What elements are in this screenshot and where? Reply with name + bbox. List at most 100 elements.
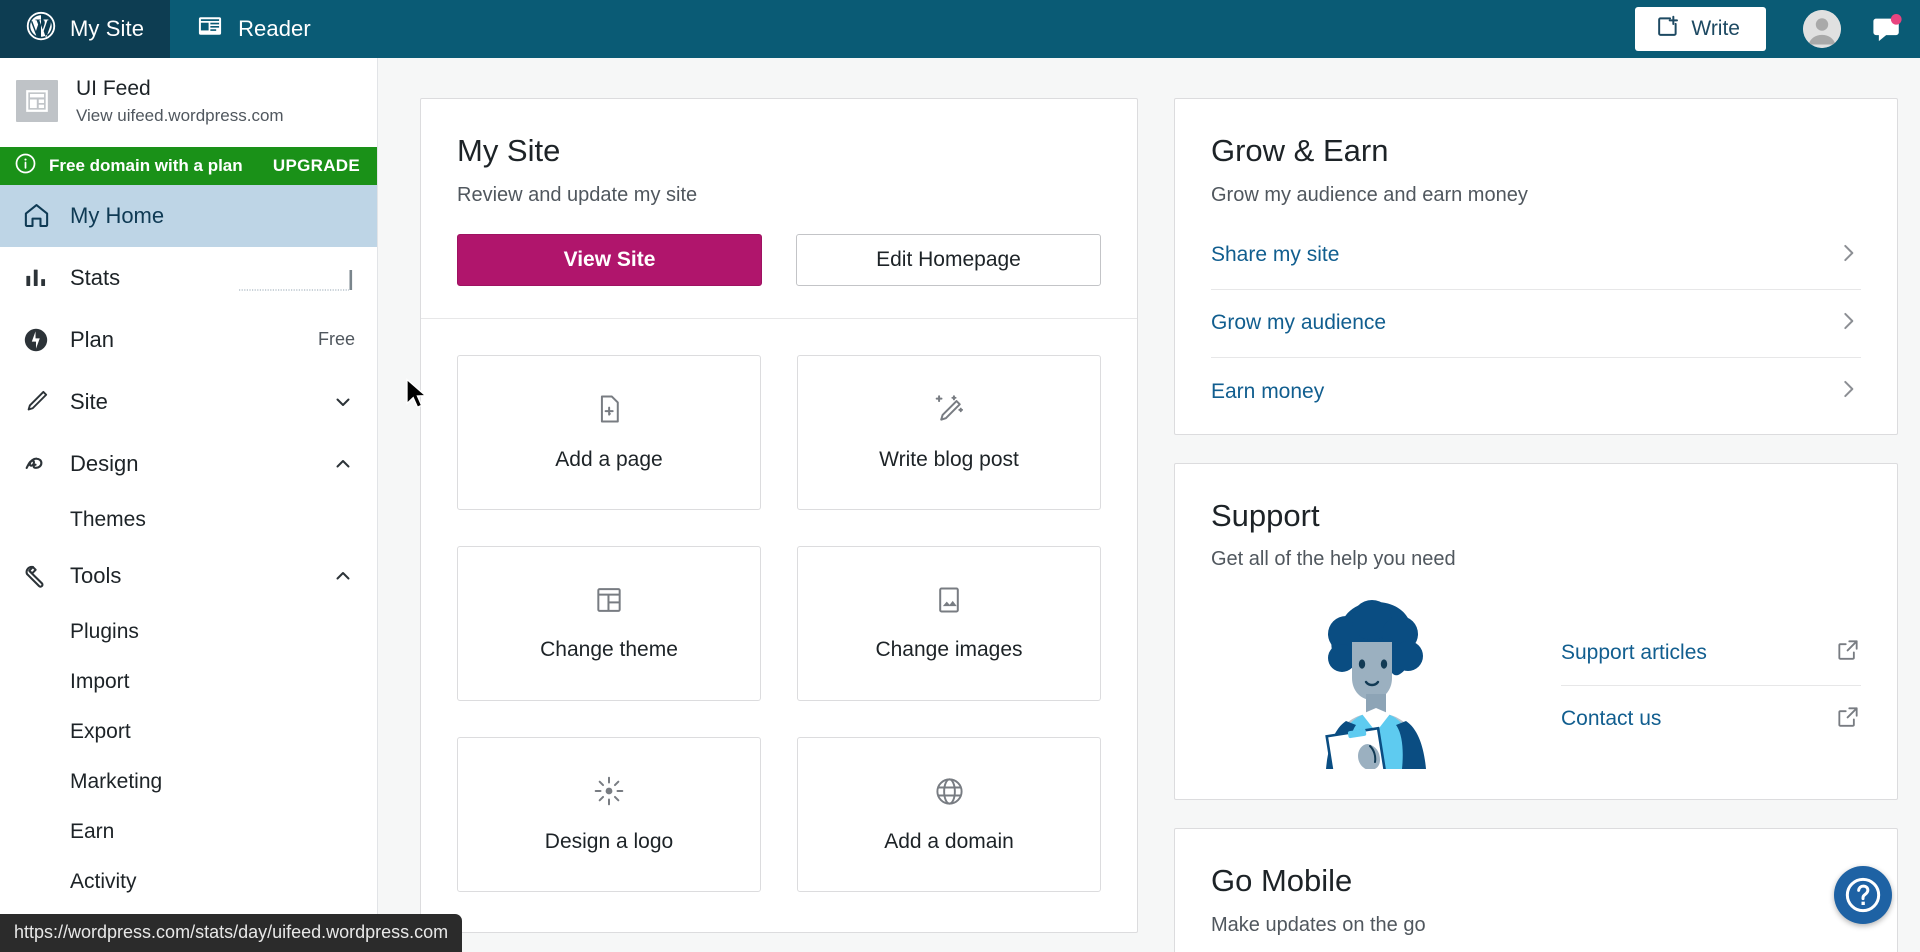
link-earn-money[interactable]: Earn money xyxy=(1211,358,1861,426)
sidebar-item-stats-label: Stats xyxy=(70,264,121,290)
link-earn-money-label: Earn money xyxy=(1211,379,1325,403)
sidebar-item-site[interactable]: Site xyxy=(0,371,377,433)
my-site-card-head: My Site Review and update my site xyxy=(421,99,1137,208)
view-site-button[interactable]: View Site xyxy=(457,233,762,286)
write-plus-icon xyxy=(1655,14,1680,45)
main-right-column: Grow & Earn Grow my audience and earn mo… xyxy=(1174,98,1898,952)
sidebar-item-marketing[interactable]: Marketing xyxy=(0,757,377,807)
user-avatar[interactable] xyxy=(1790,0,1854,58)
sidebar-item-stats[interactable]: Stats xyxy=(0,247,377,309)
external-link-icon xyxy=(1835,704,1861,735)
sidebar-item-export[interactable]: Export xyxy=(0,707,377,757)
masthead: My Site Reader Write xyxy=(0,0,1920,58)
sidebar-item-activity-label: Activity xyxy=(70,869,137,893)
link-grow-my-audience[interactable]: Grow my audience xyxy=(1211,290,1861,358)
tile-change-images-label: Change images xyxy=(875,638,1023,662)
go-mobile-card: Go Mobile Make updates on the go Downloa… xyxy=(1174,828,1898,952)
go-mobile-card-head: Go Mobile Make updates on the go xyxy=(1175,829,1897,938)
sidebar-item-themes[interactable]: Themes xyxy=(0,495,377,545)
tile-add-a-domain[interactable]: Add a domain xyxy=(797,736,1101,892)
globe-icon xyxy=(933,775,966,813)
plan-bolt-icon xyxy=(20,326,52,354)
masthead-spacer xyxy=(337,0,1636,58)
write-button[interactable]: Write xyxy=(1635,7,1766,51)
layout-theme-icon xyxy=(593,584,625,621)
site-thumbnail-icon xyxy=(16,80,58,123)
grow-earn-subtitle: Grow my audience and earn money xyxy=(1211,183,1528,206)
main-left-column: My Site Review and update my site View S… xyxy=(420,98,1138,952)
grow-earn-title: Grow & Earn xyxy=(1211,133,1389,168)
wordpress-logo-icon xyxy=(26,11,56,47)
sidebar-item-import[interactable]: Import xyxy=(0,657,377,707)
image-icon xyxy=(933,584,965,621)
tab-reader-label: Reader xyxy=(238,16,311,41)
sidebar-item-my-home[interactable]: My Home xyxy=(0,184,377,247)
go-mobile-subtitle: Make updates on the go xyxy=(1211,913,1426,936)
sidebar-item-activity[interactable]: Activity xyxy=(0,857,377,907)
link-grow-my-audience-label: Grow my audience xyxy=(1211,311,1387,335)
tile-design-a-logo-label: Design a logo xyxy=(544,830,674,854)
tab-reader[interactable]: Reader xyxy=(170,0,337,58)
external-link-icon xyxy=(1835,637,1861,668)
chevron-up-icon[interactable] xyxy=(331,452,355,476)
tab-my-site-label: My Site xyxy=(70,16,145,41)
support-person-illustration xyxy=(1211,594,1541,770)
sidebar-item-plugins[interactable]: Plugins xyxy=(0,607,377,657)
chevron-right-icon xyxy=(1835,240,1861,271)
pencil-icon xyxy=(20,388,52,415)
tile-write-blog-post-label: Write blog post xyxy=(879,448,1019,472)
link-share-my-site[interactable]: Share my site xyxy=(1211,222,1861,290)
app-store-badges: Download on the App Store G xyxy=(1175,938,1897,952)
info-icon xyxy=(14,152,37,180)
tile-change-images[interactable]: Change images xyxy=(797,545,1101,701)
sidebar-item-plan-label: Plan xyxy=(70,326,115,352)
upgrade-banner[interactable]: Free domain with a plan UPGRADE xyxy=(0,146,377,185)
edit-homepage-button[interactable]: Edit Homepage xyxy=(796,233,1101,286)
support-card: Support Get all of the help you need Sup… xyxy=(1174,462,1898,801)
tile-change-theme[interactable]: Change theme xyxy=(457,545,761,701)
support-body: Support articles Contact us xyxy=(1175,572,1897,799)
my-site-subtitle: Review and update my site xyxy=(457,183,698,206)
link-support-articles[interactable]: Support articles xyxy=(1561,620,1861,687)
sidebar-item-design[interactable]: Design xyxy=(0,433,377,495)
tab-my-site[interactable]: My Site xyxy=(0,0,171,58)
notifications-bell[interactable] xyxy=(1854,0,1920,58)
write-button-label: Write xyxy=(1691,17,1740,40)
support-card-head: Support Get all of the help you need xyxy=(1175,464,1897,573)
page-plus-icon xyxy=(592,392,626,431)
stats-sparkline xyxy=(239,263,355,293)
sidebar-site-header[interactable]: UI Feed View uifeed.wordpress.com xyxy=(0,58,377,147)
stats-bars-icon xyxy=(20,264,52,291)
sidebar-item-plan[interactable]: Plan Free xyxy=(0,309,377,371)
link-support-articles-label: Support articles xyxy=(1561,640,1707,664)
reader-icon xyxy=(196,12,224,46)
logo-sparkle-icon xyxy=(592,774,626,813)
quick-action-tiles: Add a page Write blog post Change theme … xyxy=(421,319,1137,932)
tile-add-a-domain-label: Add a domain xyxy=(884,829,1014,853)
sidebar-item-marketing-label: Marketing xyxy=(70,769,163,793)
sidebar-item-design-label: Design xyxy=(70,450,139,476)
status-bar-url: https://wordpress.com/stats/day/uifeed.w… xyxy=(0,914,463,952)
go-mobile-title: Go Mobile xyxy=(1211,863,1353,899)
wrench-icon xyxy=(20,562,52,590)
sidebar-item-plugins-label: Plugins xyxy=(70,619,139,643)
site-title: UI Feed xyxy=(76,77,151,100)
grow-earn-links: Share my site Grow my audience Earn mone… xyxy=(1175,208,1897,434)
help-button[interactable] xyxy=(1834,866,1892,924)
bell-icon xyxy=(1873,13,1902,42)
sidebar-item-earn[interactable]: Earn xyxy=(0,807,377,857)
sidebar-item-tools[interactable]: Tools xyxy=(0,545,377,607)
my-site-cta-row: View Site Edit Homepage xyxy=(421,208,1137,319)
upgrade-banner-cta[interactable]: UPGRADE xyxy=(273,156,360,176)
tile-add-a-page[interactable]: Add a page xyxy=(457,354,761,510)
support-subtitle: Get all of the help you need xyxy=(1211,548,1456,571)
tile-design-a-logo[interactable]: Design a logo xyxy=(457,736,761,892)
design-brush-icon xyxy=(20,450,52,478)
tile-write-blog-post[interactable]: Write blog post xyxy=(797,354,1101,510)
sidebar-item-earn-label: Earn xyxy=(70,819,115,843)
link-contact-us[interactable]: Contact us xyxy=(1561,686,1861,752)
my-site-card: My Site Review and update my site View S… xyxy=(420,98,1138,933)
chevron-up-icon[interactable] xyxy=(331,564,355,588)
link-contact-us-label: Contact us xyxy=(1561,707,1662,731)
chevron-down-icon[interactable] xyxy=(331,390,355,414)
